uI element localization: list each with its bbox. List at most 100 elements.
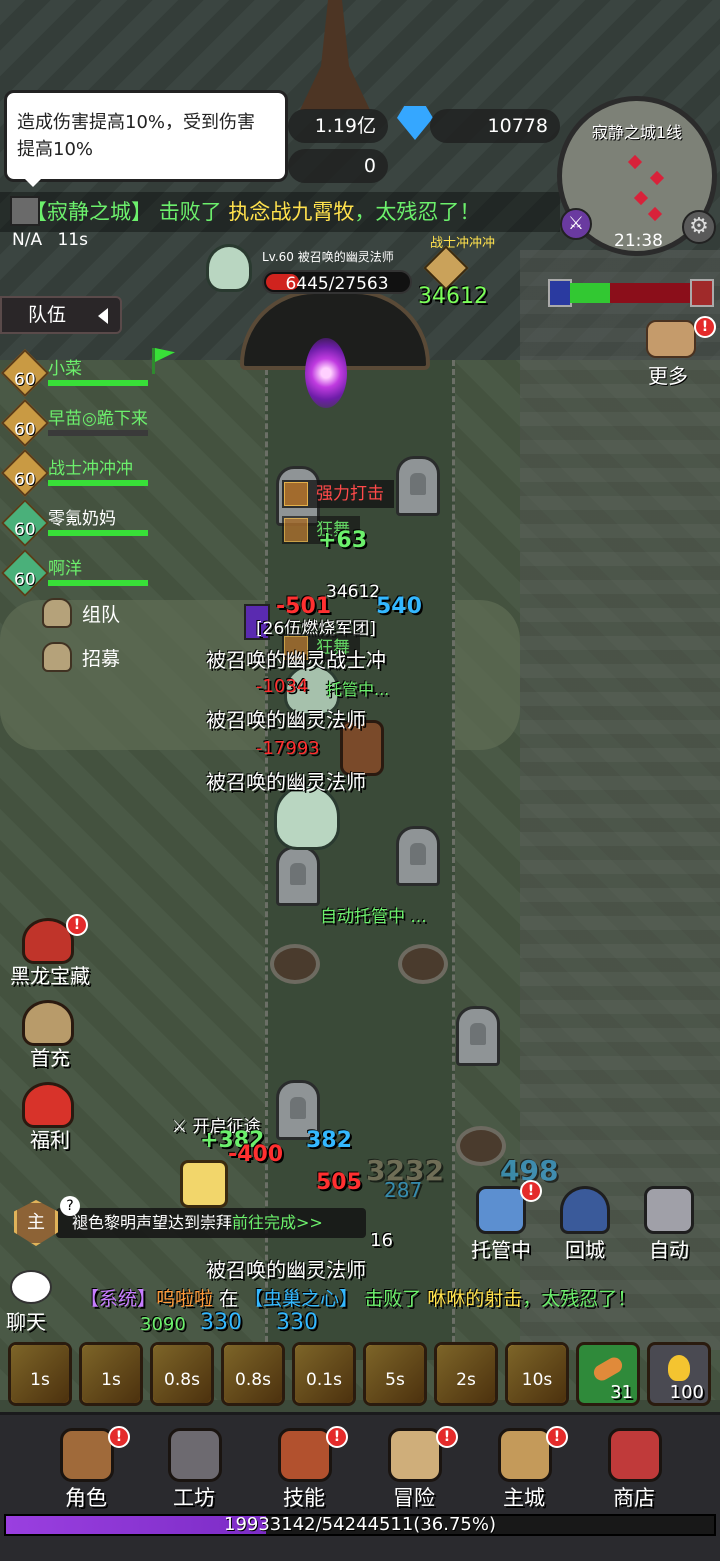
auto-manage-label: 托管中 [471, 1238, 531, 1262]
skill-slot-berserk[interactable]: 5s [363, 1342, 427, 1406]
team-member[interactable]: 60 啊洋 [0, 548, 158, 598]
skill-slot-cleave[interactable]: 0.8s [221, 1342, 285, 1406]
member-name: 啊洋 [48, 559, 82, 579]
member-name: 战士冲冲冲 [48, 459, 133, 479]
notification-badge: ! [436, 1426, 458, 1448]
hp-potion-slot[interactable]: 100 [647, 1342, 711, 1406]
team-member[interactable]: 60 战士冲冲冲 [0, 448, 158, 498]
notification-badge: ! [546, 1426, 568, 1448]
leader-flag-icon [148, 346, 178, 376]
member-level: 60 [14, 520, 36, 540]
tombstone [276, 846, 320, 906]
skill-proc-label: 强力打击 [316, 484, 384, 504]
nav-adventure-label: 冒险 [393, 1486, 435, 1510]
nav-workshop[interactable]: 工坊 [144, 1422, 244, 1512]
team-member[interactable]: 60 零氪奶妈 [0, 498, 158, 548]
main-quest-icon: 主 [14, 1200, 58, 1246]
main-quest-tracker[interactable]: 褪色黎明声望达到崇拜前往完成>> 主 ? [8, 1196, 366, 1248]
damage-number: 16 [370, 1230, 393, 1251]
buff-tooltip: 造成伤害提高10%，受到伤害 提高10% [4, 90, 288, 187]
black-dragon-treasure-button[interactable]: 黑龙宝藏 ! [0, 914, 100, 988]
nav-adventure[interactable]: 冒险 ! [364, 1422, 464, 1512]
quest-text: 褪色黎明声望达到崇拜 [72, 1213, 233, 1232]
return-town-button[interactable]: 回城 [546, 1186, 624, 1266]
kill-announcement: 【寂静之城】 击败了 执念战九霄牧，太残忍了！ [0, 192, 560, 232]
quest-badge: 主 [27, 1212, 45, 1233]
skill-slot-whirlwind[interactable]: 0.8s [150, 1342, 214, 1406]
mana-number: 330 [276, 1310, 318, 1335]
team-tab[interactable]: 队伍 [0, 296, 122, 334]
gear-icon[interactable]: ⚙ [682, 210, 716, 244]
collapse-arrow-icon[interactable] [90, 308, 108, 324]
notification-badge: ! [694, 316, 716, 338]
heal-number: +63 [318, 528, 368, 553]
map-scroll-icon [388, 1428, 442, 1482]
recruit-label: 招募 [82, 648, 121, 670]
member-level: 60 [14, 370, 36, 390]
auto-battle-button[interactable]: 自动 [630, 1186, 708, 1266]
gift-box-icon [22, 1082, 74, 1128]
enemy-name-label: 被召唤的幽灵法师 [206, 708, 366, 732]
team-member[interactable]: 60 小菜 [0, 348, 158, 398]
bread-potion-slot[interactable]: 31 [576, 1342, 640, 1406]
potion-count: 31 [610, 1382, 633, 1403]
first-recharge-button[interactable]: 首充 [0, 1000, 100, 1070]
member-name: 小菜 [48, 359, 82, 379]
gem-counter: 10778 [430, 109, 560, 143]
minimap-enemy-dot [627, 154, 643, 170]
skill-slot-strike[interactable]: 0.1s [292, 1342, 356, 1406]
notification-badge: ! [520, 1180, 542, 1202]
skill-slot-sword-slash[interactable]: 1s [79, 1342, 143, 1406]
nav-shop[interactable]: 商店 [584, 1422, 684, 1512]
skill-slot-warrior-rage[interactable]: 1s [8, 1342, 72, 1406]
nav-skills[interactable]: 技能 ! [254, 1422, 354, 1512]
notification-badge: ! [326, 1426, 348, 1448]
member-hp-bar [48, 580, 148, 586]
system-message: 【系统】呜啦啦 在 【虫巢之心】 击败了 咻咻的射击，太残忍了！ [80, 1284, 720, 1311]
system-suffix: ，太残忍了！ [522, 1288, 637, 1310]
member-name: 零氪奶妈 [48, 509, 116, 529]
banner-map: 【寂静之城】 [26, 200, 152, 224]
minimap-enemy-dot [649, 170, 665, 186]
return-portal-icon [560, 1186, 610, 1234]
shop-icon [608, 1428, 662, 1482]
ally-power: 34612 [326, 582, 381, 602]
enemy-name-label: 被召唤的幽灵法师 [206, 1258, 366, 1282]
skill-cooldown: 1s [11, 1345, 69, 1403]
nav-main-city[interactable]: 主城 ! [474, 1422, 574, 1512]
more-button[interactable]: 更多 ! [640, 316, 716, 390]
team-member[interactable]: 60 早苗◎跪下来 [0, 398, 158, 448]
grave-hole [398, 944, 448, 984]
tooltip-text-line2: 提高10% [17, 139, 94, 160]
skill-proc-tag: 强力打击 [282, 480, 394, 508]
crossed-swords-icon[interactable]: ⚔ [560, 208, 592, 240]
minimap-clock: 21:38 [614, 231, 663, 251]
welfare-button[interactable]: 福利 [0, 1082, 100, 1152]
purple-portal[interactable] [305, 338, 347, 408]
auto-manage-button[interactable]: 托管中 ! [462, 1180, 542, 1266]
quest-go-link[interactable]: 前往完成>> [232, 1213, 323, 1232]
damage-number: -17993 [256, 738, 320, 759]
banner-suffix: ，太残忍了！ [354, 200, 481, 224]
chat-label: 聊天 [6, 1310, 46, 1334]
mana-number: 287 [384, 1178, 423, 1202]
skill-cooldown: 0.8s [224, 1345, 282, 1403]
grave-hole [270, 944, 320, 984]
tooltip-text-line1: 造成伤害提高10%，受到伤害 [17, 112, 256, 133]
chat-button[interactable]: 聊天 [6, 1270, 54, 1334]
help-icon[interactable]: ? [60, 1196, 80, 1216]
buff-timer-time: 11s [57, 230, 88, 250]
minimap-enemy-dot [633, 190, 649, 206]
helmet-icon [42, 598, 72, 628]
skill-slot-charge[interactable]: 2s [434, 1342, 498, 1406]
skill-book-icon [278, 1428, 332, 1482]
nav-character[interactable]: 角色 ! [36, 1422, 136, 1512]
skill-slot-skull[interactable]: 10s [505, 1342, 569, 1406]
minimap-enemy-dot [647, 206, 663, 222]
sword-buff-icon[interactable] [10, 196, 40, 226]
auto-manage-icon [476, 1186, 526, 1234]
experience-bar: 19933142/54244511(36.75%) [4, 1514, 716, 1536]
gold-counter: 1.19亿 [288, 109, 388, 143]
welfare-label: 福利 [30, 1128, 70, 1152]
grave-hole [456, 1126, 506, 1166]
